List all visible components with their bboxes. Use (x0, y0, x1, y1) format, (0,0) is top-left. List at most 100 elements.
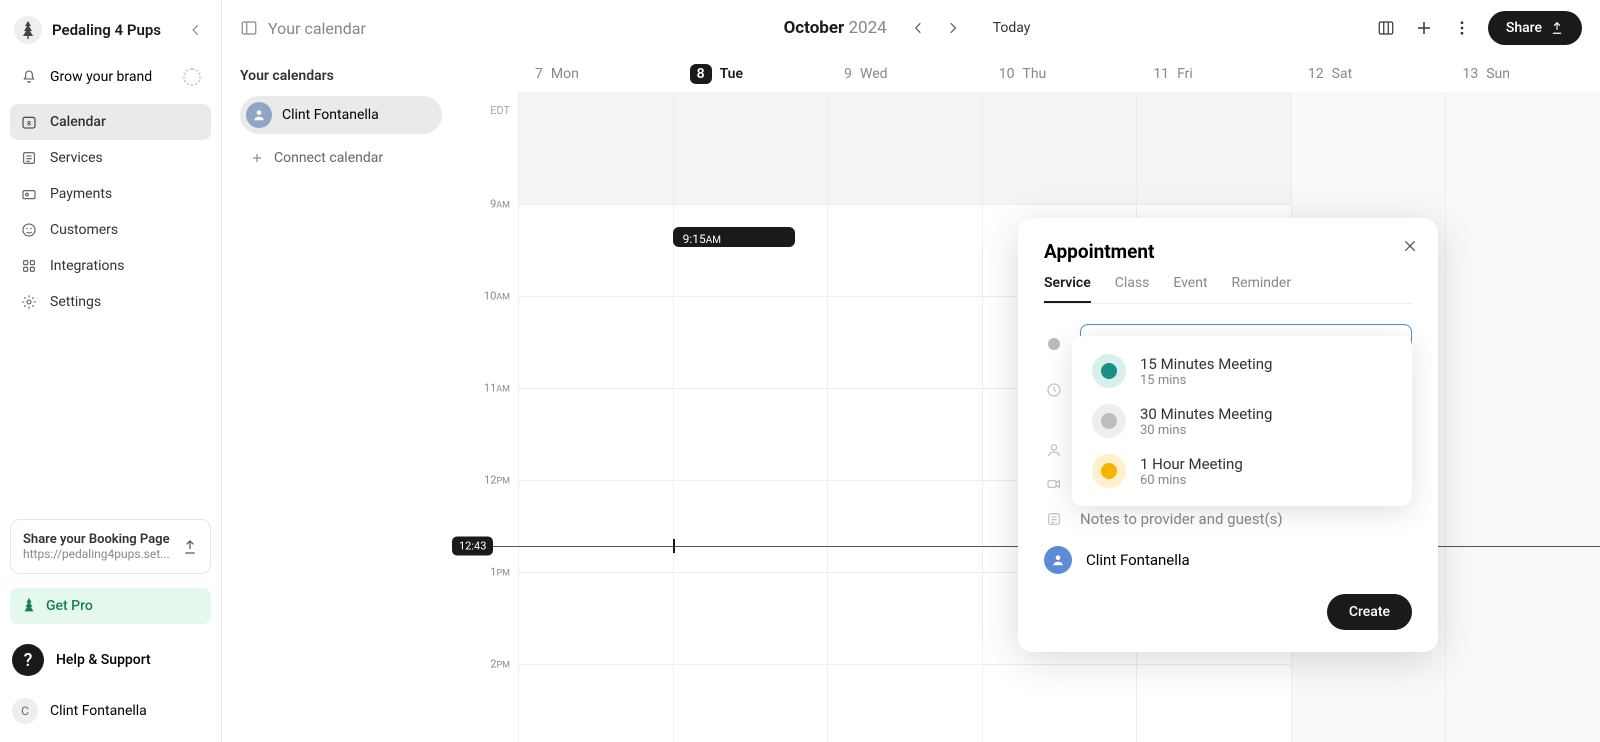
collapse-sidebar-button[interactable] (185, 19, 207, 41)
connect-calendar-button[interactable]: Connect calendar (240, 142, 442, 174)
sidebar-item-label: Payments (50, 186, 112, 202)
calendars-panel: Your calendars Clint Fontanella Connect … (222, 56, 452, 742)
day-header[interactable]: 10Thu (982, 56, 1137, 92)
page-title: Your calendar (268, 19, 366, 38)
payment-icon (20, 185, 38, 203)
time-label: 1PM (490, 566, 510, 579)
service-option[interactable]: 15 Minutes Meeting15 mins (1082, 346, 1402, 396)
notes-input[interactable]: Notes to provider and guest(s) (1080, 510, 1412, 528)
time-label: 12PM (484, 474, 510, 487)
sidebar-item-label: Settings (50, 294, 101, 310)
upload-icon (182, 539, 198, 555)
timezone-label: EDT (490, 104, 510, 117)
day-header[interactable]: 9Wed (827, 56, 982, 92)
calendar-owner-chip[interactable]: Clint Fontanella (240, 96, 442, 134)
gear-icon (20, 293, 38, 311)
time-label: 9AM (490, 198, 510, 211)
appointment-popup: Appointment Service Class Event Reminder (1018, 218, 1438, 652)
plus-icon (250, 151, 264, 165)
sidebar-item-label: Customers (50, 222, 118, 238)
tab-service[interactable]: Service (1044, 275, 1091, 303)
day-header[interactable]: 7Mon (518, 56, 673, 92)
get-pro-button[interactable]: Get Pro (10, 588, 211, 624)
share-booking-url: https://pedaling4pups.set... (23, 547, 172, 561)
panel-icon[interactable] (240, 19, 258, 37)
clock-icon (1044, 382, 1064, 398)
loading-spinner-icon (183, 68, 201, 86)
tab-event[interactable]: Event (1173, 275, 1207, 303)
next-week-button[interactable] (939, 14, 967, 42)
sidebar-item-integrations[interactable]: Integrations (10, 248, 211, 284)
host-name: Clint Fontanella (1086, 551, 1190, 569)
notes-icon (1044, 511, 1064, 527)
brand-avatar (14, 16, 42, 44)
chevron-right-icon (946, 21, 960, 35)
sidebar-item-calendar[interactable]: 8 Calendar (10, 104, 211, 140)
calendars-title: Your calendars (240, 68, 442, 84)
day-header[interactable]: 12Sat (1291, 56, 1446, 92)
day-column[interactable] (827, 92, 982, 742)
month-label[interactable]: October 2024 (784, 18, 887, 38)
circle-icon (1044, 337, 1064, 351)
sidebar-item-label: Integrations (50, 258, 124, 274)
question-icon: ? (12, 644, 44, 676)
prev-week-button[interactable] (905, 14, 933, 42)
user-avatar: C (12, 698, 38, 724)
create-button[interactable]: Create (1327, 594, 1412, 630)
day-header[interactable]: 13Sun (1445, 56, 1600, 92)
tree-icon (22, 598, 36, 614)
sidebar: Pedaling 4 Pups Grow your brand 8 Calend… (0, 0, 222, 742)
help-label: Help & Support (56, 652, 151, 668)
day-header[interactable]: 11Fri (1136, 56, 1291, 92)
share-button[interactable]: Share (1488, 11, 1582, 45)
brand-name[interactable]: Pedaling 4 Pups (52, 21, 175, 39)
day-column[interactable] (518, 92, 673, 742)
sidebar-item-label: Calendar (50, 114, 106, 130)
calendar-icon: 8 (20, 113, 38, 131)
close-button[interactable] (1402, 238, 1418, 254)
more-menu-button[interactable] (1450, 16, 1474, 40)
user-icon (1044, 442, 1064, 458)
upload-icon (1550, 21, 1564, 35)
service-option[interactable]: 1 Hour Meeting60 mins (1082, 446, 1402, 496)
more-vertical-icon (1453, 19, 1471, 37)
grid-icon (20, 257, 38, 275)
service-dropdown: 15 Minutes Meeting15 mins30 Minutes Meet… (1072, 336, 1412, 506)
tree-icon (21, 21, 35, 39)
chevron-left-icon (912, 21, 926, 35)
list-icon (20, 149, 38, 167)
sidebar-item-label: Services (50, 150, 103, 166)
topbar: Your calendar October 2024 Today Share (222, 0, 1600, 56)
connect-calendar-label: Connect calendar (274, 150, 383, 166)
time-label: 2PM (490, 658, 510, 671)
columns-icon[interactable] (1374, 16, 1398, 40)
person-icon (246, 102, 272, 128)
help-support-button[interactable]: ? Help & Support (10, 638, 211, 682)
grow-brand-link[interactable]: Grow your brand (50, 69, 152, 85)
time-label: 10AM (484, 290, 510, 303)
day-header[interactable]: 8Tue (673, 56, 828, 92)
calendar-event[interactable]: 9:15AM (673, 227, 795, 247)
tab-class[interactable]: Class (1115, 275, 1150, 303)
time-label: 11AM (484, 382, 510, 395)
share-booking-card[interactable]: Share your Booking Page https://pedaling… (10, 519, 211, 574)
sidebar-item-settings[interactable]: Settings (10, 284, 211, 320)
sidebar-item-payments[interactable]: Payments (10, 176, 211, 212)
add-button[interactable] (1412, 16, 1436, 40)
chevron-left-icon (189, 23, 203, 37)
tab-reminder[interactable]: Reminder (1232, 275, 1292, 303)
sidebar-item-customers[interactable]: Customers (10, 212, 211, 248)
bell-icon (20, 68, 38, 86)
sidebar-item-services[interactable]: Services (10, 140, 211, 176)
host-avatar (1044, 546, 1072, 574)
svg-text:8: 8 (27, 119, 31, 127)
user-name: Clint Fontanella (50, 703, 147, 719)
plus-icon (1415, 19, 1433, 37)
close-icon (1402, 238, 1418, 254)
get-pro-label: Get Pro (46, 598, 93, 614)
day-column[interactable] (1445, 92, 1600, 742)
service-option[interactable]: 30 Minutes Meeting30 mins (1082, 396, 1402, 446)
today-button[interactable]: Today (985, 16, 1039, 40)
day-column[interactable] (673, 92, 828, 742)
user-menu[interactable]: C Clint Fontanella (10, 694, 211, 728)
